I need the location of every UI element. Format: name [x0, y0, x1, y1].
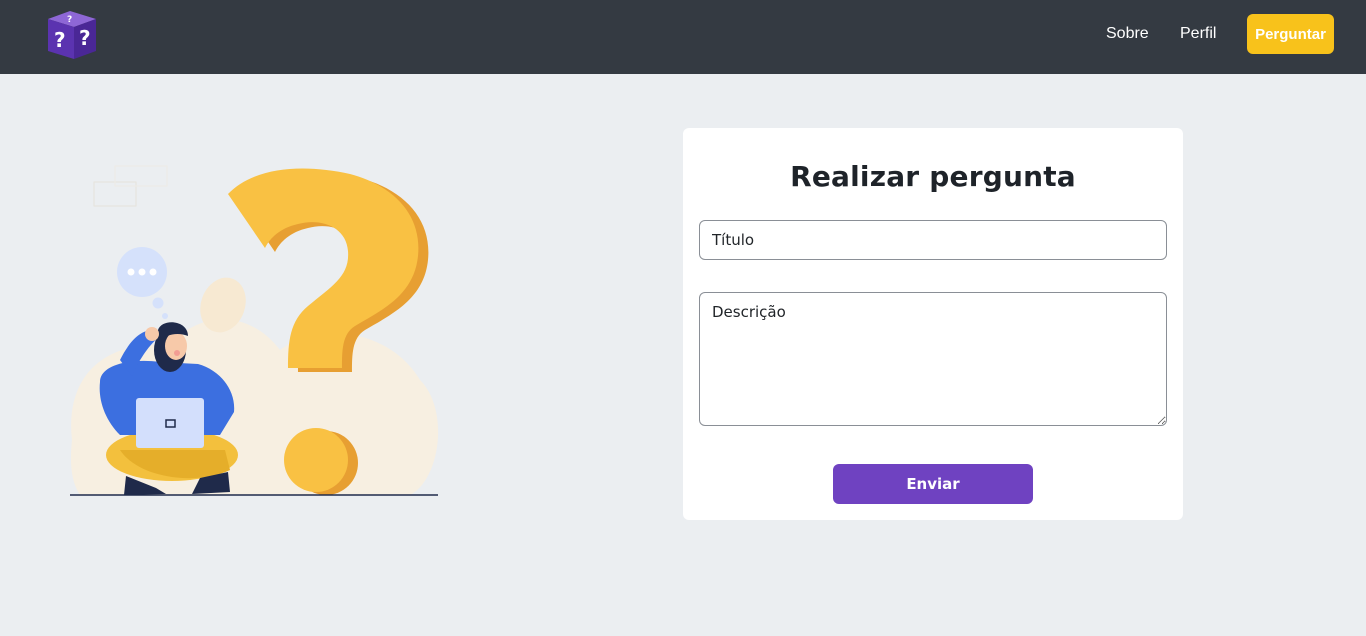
question-dice-icon[interactable]: ? ? ?: [44, 9, 100, 61]
submit-button[interactable]: Enviar: [833, 464, 1033, 504]
ask-question-button[interactable]: Perguntar: [1247, 14, 1334, 54]
navbar: ? ? ? Sobre Perfil Perguntar: [0, 0, 1366, 74]
question-title-input[interactable]: [699, 220, 1167, 260]
svg-text:?: ?: [67, 15, 72, 25]
svg-text:?: ?: [54, 28, 66, 52]
nav-link-sobre[interactable]: Sobre: [1106, 25, 1149, 43]
question-form-card: Realizar pergunta Enviar: [683, 128, 1183, 520]
question-description-textarea[interactable]: [699, 292, 1167, 426]
page-title: Realizar pergunta: [790, 160, 1076, 193]
person-with-question-mark-illustration: [60, 150, 450, 510]
nav-link-perfil[interactable]: Perfil: [1180, 25, 1216, 43]
svg-text:?: ?: [79, 26, 91, 50]
